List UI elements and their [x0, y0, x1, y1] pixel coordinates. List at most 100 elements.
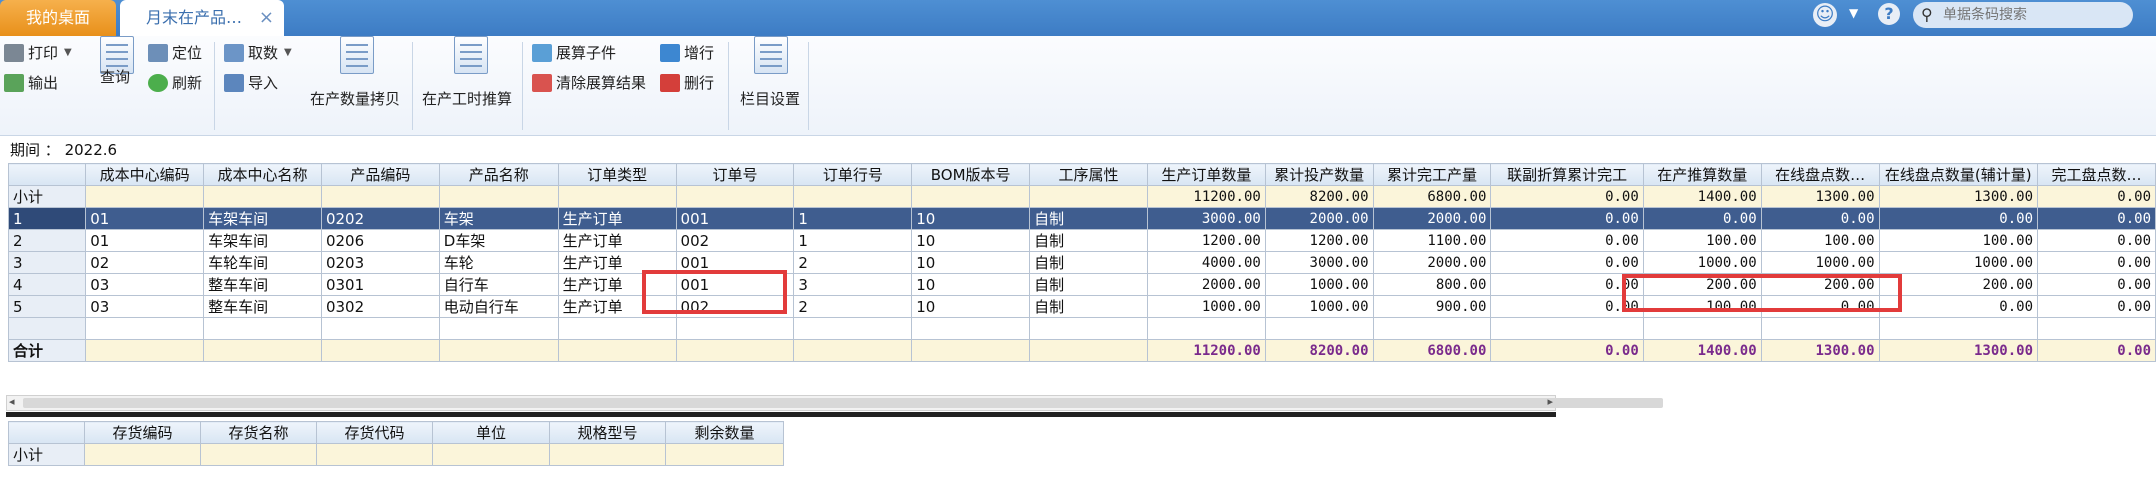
grid-cell[interactable] [665, 443, 784, 466]
grid-cell[interactable]: 1000.00 [1760, 251, 1880, 274]
grid-cell[interactable]: 100.00 [1760, 229, 1880, 252]
grid-cell[interactable] [203, 185, 322, 208]
export-button[interactable]: 输出 [4, 72, 58, 93]
add-row-button[interactable]: 增行 [660, 42, 714, 63]
grid-cell[interactable] [793, 185, 913, 208]
grid-cell[interactable] [432, 443, 550, 466]
grid-cell[interactable]: 0.00 [2037, 251, 2156, 274]
table-row[interactable]: 3 02 车轮车间 0203 车轮 生产订单 001 2 10 自制 4000.00 3000.00 2… [7, 251, 2156, 274]
fetch-button[interactable]: 取数 ▼ [224, 42, 292, 63]
column-header[interactable]: 在线盘点数量(辅计量) [1878, 163, 2039, 186]
column-header[interactable]: 订单行号 [793, 163, 913, 186]
grid-cell[interactable]: 1300.00 [1760, 339, 1880, 362]
grid-cell[interactable]: 1100.00 [1372, 229, 1492, 252]
horizontal-scrollbar[interactable]: ◂ ▸ [6, 395, 1663, 411]
grid-cell[interactable]: 001 [675, 207, 795, 230]
grid-cell[interactable]: 0.00 [2037, 185, 2156, 208]
grid-cell[interactable]: 2000.00 [1264, 207, 1374, 230]
grid-cell[interactable] [1642, 317, 1762, 340]
table-row[interactable]: 2 01 车架车间 0206 D车架 生产订单 002 1 10 自制 1200.00 1200.00… [7, 229, 2156, 252]
grid-cell[interactable]: 1000.00 [1642, 251, 1762, 274]
grid-cell[interactable] [200, 443, 317, 466]
grid-cell[interactable]: 002 [675, 229, 795, 252]
column-header[interactable]: BOM版本号 [911, 163, 1031, 186]
chevron-down-icon[interactable]: ▼ [1849, 6, 1858, 20]
grid-cell[interactable]: 100.00 [1878, 229, 2039, 252]
delete-row-button[interactable]: 删行 [660, 72, 714, 93]
grid-cell[interactable]: 1000.00 [1264, 295, 1374, 318]
grid-cell[interactable]: 1400.00 [1642, 185, 1762, 208]
expand-sub-button[interactable]: 展算子件 [532, 42, 616, 63]
grid-cell[interactable] [320, 339, 440, 362]
grid-cell[interactable]: 2000.00 [1372, 207, 1492, 230]
grid-cell[interactable]: 11200.00 [1146, 185, 1266, 208]
grid-cell[interactable]: 电动自行车 [438, 295, 559, 318]
grid-cell[interactable] [911, 339, 1031, 362]
grid-cell[interactable]: 整车车间 [203, 295, 322, 318]
search-input[interactable] [1943, 5, 2123, 25]
grid-cell[interactable] [7, 317, 87, 340]
grid-cell[interactable]: 6800.00 [1372, 339, 1492, 362]
grid-cell[interactable]: 生产订单 [557, 229, 677, 252]
grid-cell[interactable] [1029, 339, 1148, 362]
column-header[interactable]: 订单号 [675, 163, 795, 186]
grid-cell[interactable]: 1400.00 [1642, 339, 1762, 362]
grid-cell[interactable]: 0.00 [2037, 207, 2156, 230]
grid-cell[interactable]: 0.00 [1490, 207, 1644, 230]
column-header[interactable]: 存货代码 [316, 421, 433, 444]
grid-cell[interactable]: 6800.00 [1372, 185, 1492, 208]
grid-cell[interactable]: 03 [85, 295, 205, 318]
tab-month-end-wip[interactable]: 月末在产品… × [120, 0, 284, 36]
grid-cell[interactable] [557, 339, 677, 362]
column-header[interactable]: 存货名称 [200, 421, 317, 444]
grid-cell[interactable]: 8200.00 [1264, 339, 1374, 362]
grid-cell[interactable]: 8200.00 [1264, 185, 1374, 208]
copy-qty-button[interactable]: 在产数量拷贝 [308, 36, 408, 126]
grid-cell[interactable]: 2 [793, 251, 913, 274]
grid-cell[interactable]: 0206 [320, 229, 440, 252]
grid-cell[interactable] [438, 185, 559, 208]
column-header[interactable]: 剩余数量 [665, 421, 784, 444]
grid-cell[interactable]: 生产订单 [557, 207, 677, 230]
grid-cell[interactable]: 0302 [320, 295, 440, 318]
grid-cell[interactable] [911, 185, 1031, 208]
grid-cell[interactable]: 1200.00 [1146, 229, 1266, 252]
grid-cell[interactable]: 1000.00 [1878, 251, 2039, 274]
grid-cell[interactable]: 200.00 [1878, 273, 2039, 296]
scroll-left-icon[interactable]: ◂ [9, 395, 15, 408]
grid-cell[interactable]: 02 [85, 251, 205, 274]
grid-cell[interactable] [1029, 317, 1148, 340]
grid-cell[interactable]: 2 [793, 295, 913, 318]
column-header[interactable]: 成本中心编码 [85, 163, 205, 186]
labor-calc-button[interactable]: 在产工时推算 [420, 36, 520, 126]
grid-cell[interactable] [438, 339, 559, 362]
grid-cell[interactable]: 0.00 [1490, 273, 1644, 296]
column-settings-button[interactable]: 栏目设置 [738, 36, 804, 126]
scrollbar-thumb[interactable] [23, 398, 1663, 408]
column-header[interactable]: 产品名称 [438, 163, 559, 186]
grid-cell[interactable] [557, 185, 677, 208]
chevron-down-icon[interactable]: ▼ [64, 47, 72, 58]
grid-cell[interactable]: 800.00 [1372, 273, 1492, 296]
grid-cell[interactable] [793, 339, 913, 362]
grid-cell[interactable]: 2000.00 [1146, 273, 1266, 296]
grid-cell[interactable] [1146, 317, 1266, 340]
grid-cell[interactable] [1760, 317, 1880, 340]
clear-expand-button[interactable]: 清除展算结果 [532, 72, 646, 93]
grid-cell[interactable] [320, 317, 440, 340]
grid-cell[interactable] [675, 317, 795, 340]
grid-cell[interactable]: 自制 [1029, 251, 1148, 274]
column-header[interactable]: 存货编码 [84, 421, 201, 444]
tab-desktop[interactable]: 我的桌面 [0, 0, 116, 36]
grid-cell[interactable]: 自制 [1029, 207, 1148, 230]
table-row[interactable]: 1 01 车架车间 0202 车架 生产订单 001 1 10 自制 3000.00 2000.00 2… [7, 207, 2156, 230]
column-header[interactable]: 产品编码 [320, 163, 440, 186]
grid-cell[interactable]: 0.00 [1642, 207, 1762, 230]
grid-cell[interactable]: 0.00 [2037, 339, 2156, 362]
grid-cell[interactable] [85, 185, 205, 208]
grid-cell[interactable] [85, 317, 205, 340]
grid-cell[interactable]: 1300.00 [1878, 339, 2039, 362]
chevron-down-icon[interactable]: ▼ [284, 47, 292, 58]
grid-cell[interactable]: 0301 [320, 273, 440, 296]
empty-row[interactable] [7, 317, 2156, 340]
